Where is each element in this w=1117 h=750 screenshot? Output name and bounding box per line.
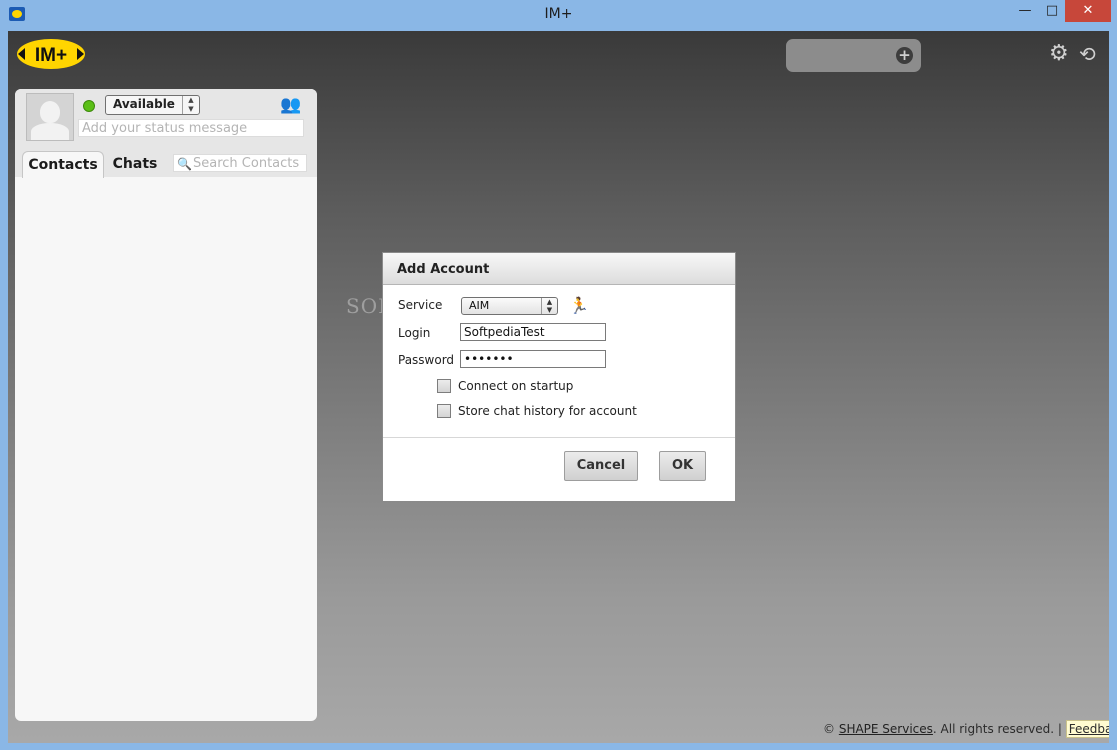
aim-running-man-icon: 🏃 xyxy=(569,296,589,315)
main-content: IM+ + ⚙ ⟲ Available ▲ ▼ 👥 Add your status… xyxy=(8,31,1109,743)
service-value: AIM xyxy=(469,299,490,312)
logo-text: IM+ xyxy=(35,45,67,66)
ok-button[interactable]: OK xyxy=(659,451,706,481)
updown-arrow-icon: ▲ ▼ xyxy=(182,96,199,114)
app-window: IM+ — □ ✕ IM+ + ⚙ ⟲ Available ▲ ▼ 👥 Add … xyxy=(0,0,1117,750)
password-input[interactable]: ••••••• xyxy=(460,350,606,368)
status-message-input[interactable]: Add your status message xyxy=(78,119,304,137)
service-label: Service xyxy=(398,298,443,312)
signout-icon[interactable]: ⟲ xyxy=(1079,43,1096,65)
store-history-checkbox[interactable] xyxy=(437,404,451,418)
minimize-button[interactable]: — xyxy=(1011,0,1039,22)
status-dot-icon xyxy=(83,100,95,112)
connect-startup-checkbox[interactable] xyxy=(437,379,451,393)
login-input[interactable]: SoftpediaTest xyxy=(460,323,606,341)
copyright-text: © xyxy=(823,722,839,736)
service-dropdown[interactable]: AIM ▲ ▼ xyxy=(461,297,558,315)
shape-services-link[interactable]: SHAPE Services xyxy=(839,722,933,736)
close-button[interactable]: ✕ xyxy=(1065,0,1111,22)
cancel-button[interactable]: Cancel xyxy=(564,451,638,481)
password-label: Password xyxy=(398,353,455,367)
dialog-divider xyxy=(383,437,735,438)
footer: © SHAPE Services. All rights reserved. |… xyxy=(823,720,1109,738)
connect-startup-label: Connect on startup xyxy=(458,379,574,393)
updown-arrow-icon: ▲ ▼ xyxy=(541,298,557,314)
status-dropdown[interactable]: Available ▲ ▼ xyxy=(105,95,200,115)
window-title: IM+ xyxy=(544,6,573,22)
add-contact-icon[interactable]: 👥 xyxy=(280,95,301,115)
search-icon: 🔍 xyxy=(177,157,192,171)
im-plus-logo: IM+ xyxy=(17,39,85,69)
feedback-link[interactable]: Feedback xyxy=(1065,720,1109,738)
title-bar: IM+ — □ ✕ xyxy=(0,0,1117,30)
contact-search-input[interactable]: 🔍 Search Contacts xyxy=(173,154,307,172)
dialog-title: Add Account xyxy=(397,262,490,277)
avatar[interactable] xyxy=(26,93,74,141)
maximize-button[interactable]: □ xyxy=(1038,0,1066,22)
rights-text: . All rights reserved. | xyxy=(932,722,1066,736)
add-account-dialog: Add Account Service AIM ▲ ▼ 🏃 Login Softp… xyxy=(382,252,736,502)
gear-icon[interactable]: ⚙ xyxy=(1049,43,1069,65)
panel-header: Available ▲ ▼ 👥 Add your status message C… xyxy=(15,89,317,178)
tab-contacts[interactable]: Contacts xyxy=(22,151,104,178)
status-value: Available xyxy=(113,97,175,111)
dialog-header: Add Account xyxy=(383,253,735,285)
login-label: Login xyxy=(398,326,431,340)
contacts-panel: Available ▲ ▼ 👥 Add your status message C… xyxy=(15,89,317,721)
tab-chats[interactable]: Chats xyxy=(109,151,161,177)
contact-search-placeholder: Search Contacts xyxy=(193,156,300,171)
plus-icon[interactable]: + xyxy=(896,47,913,64)
top-search-field[interactable]: + xyxy=(786,39,921,72)
store-history-label: Store chat history for account xyxy=(458,404,637,418)
